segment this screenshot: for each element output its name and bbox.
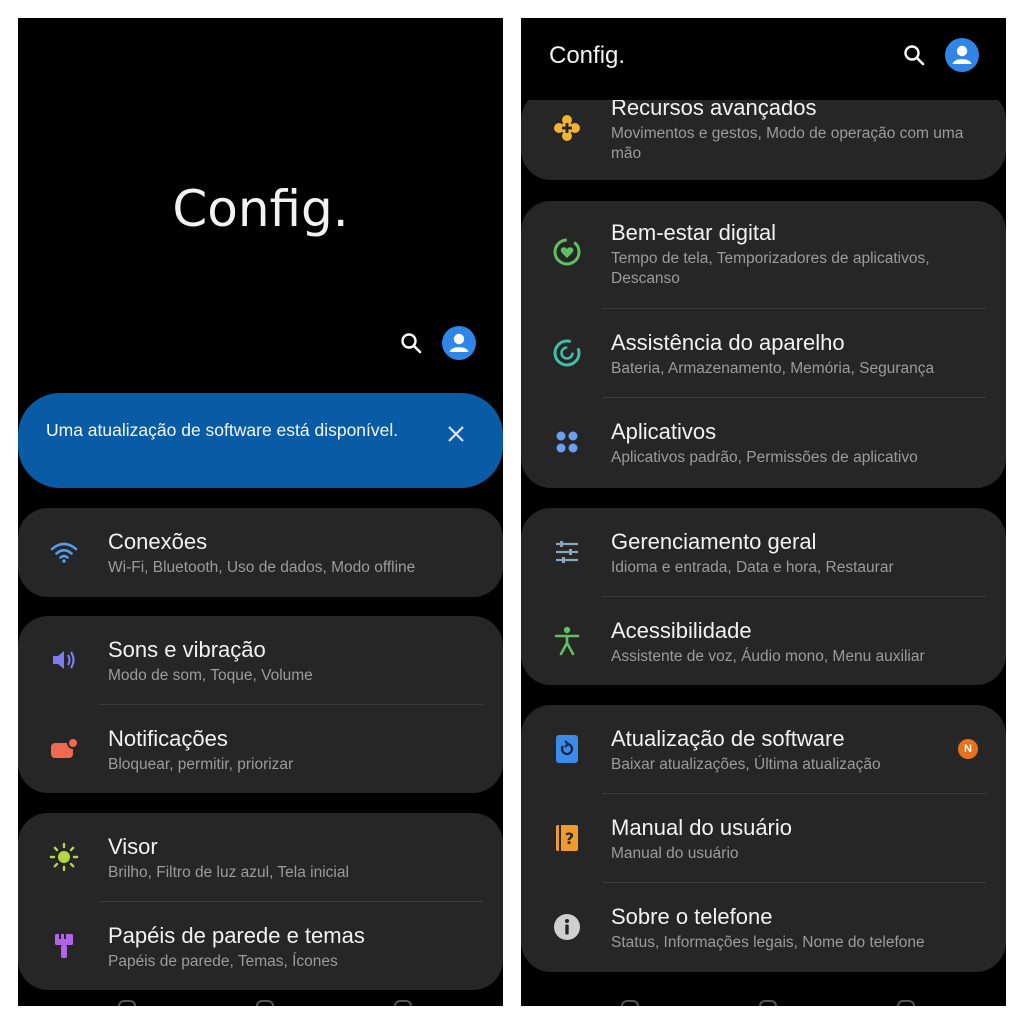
item-subtitle: Bateria, Armazenamento, Memória, Seguran… (611, 360, 935, 377)
item-subtitle: Papéis de parede, Temas, Ícones (108, 953, 338, 970)
heart-ring-icon (551, 236, 583, 268)
item-title: Atualização de software (611, 726, 845, 751)
settings-item-sounds[interactable]: Sons e vibração Modo de som, Toque, Volu… (18, 616, 503, 705)
plus-gear-icon (551, 112, 583, 144)
settings-group: Sons e vibração Modo de som, Toque, Volu… (18, 616, 503, 793)
item-subtitle: Idioma e entrada, Data e hora, Restaurar (611, 559, 894, 576)
settings-item-connections[interactable]: Conexões Wi-Fi, Bluetooth, Uso de dados,… (18, 508, 503, 597)
header-actions (398, 326, 476, 360)
search-icon[interactable] (901, 42, 927, 68)
item-subtitle: Tempo de tela, Temporizadores de aplicat… (611, 250, 930, 287)
settings-item-notifications[interactable]: Notificações Bloquear, permitir, prioriz… (18, 705, 503, 794)
item-subtitle: Status, Informações legais, Nome do tele… (611, 934, 925, 951)
item-title: Manual do usuário (611, 815, 793, 840)
wifi-icon (48, 536, 80, 568)
brightness-icon (48, 841, 80, 873)
item-title: Sons e vibração (108, 637, 266, 662)
item-title: Acessibilidade (611, 618, 752, 643)
item-subtitle: Manual do usuário (611, 845, 739, 862)
settings-item-wallpapers[interactable]: Papéis de parede e temas Papéis de pared… (18, 902, 503, 991)
settings-screen-right: Config. Recursos avançados Movimentos e … (521, 18, 1006, 1006)
page-title: Config. (172, 180, 349, 238)
home-icon[interactable] (256, 1000, 274, 1006)
recents-icon[interactable] (621, 1000, 639, 1006)
settings-item-user-manual[interactable]: ? Manual do usuário Manual do usuário (521, 794, 1006, 883)
navigation-bar (621, 1000, 915, 1006)
recents-icon[interactable] (118, 1000, 136, 1006)
help-book-icon: ? (551, 822, 583, 854)
item-subtitle: Movimentos e gestos, Modo de operação co… (611, 125, 964, 162)
item-subtitle: Modo de som, Toque, Volume (108, 667, 313, 684)
settings-group: Conexões Wi-Fi, Bluetooth, Uso de dados,… (18, 508, 503, 597)
item-subtitle: Baixar atualizações, Última atualização (611, 756, 881, 773)
profile-avatar-icon[interactable] (442, 326, 476, 360)
person-icon (551, 625, 583, 657)
close-icon[interactable] (445, 423, 467, 445)
settings-item-display[interactable]: Visor Brilho, Filtro de luz azul, Tela i… (18, 813, 503, 902)
settings-item-accessibility[interactable]: Acessibilidade Assistente de voz, Áudio … (521, 597, 1006, 686)
item-title: Visor (108, 834, 158, 859)
apps-grid-icon (551, 426, 583, 458)
notification-icon (48, 733, 80, 765)
settings-item-apps[interactable]: Aplicativos Aplicativos padrão, Permissõ… (521, 398, 1006, 487)
item-title: Gerenciamento geral (611, 529, 817, 554)
settings-group: Atualização de software Baixar atualizaç… (521, 705, 1006, 972)
header-overlap (521, 78, 1006, 100)
settings-group: Recursos avançados Movimentos e gestos, … (521, 90, 1006, 180)
info-icon (551, 911, 583, 943)
item-subtitle: Brilho, Filtro de luz azul, Tela inicial (108, 864, 349, 881)
item-title: Papéis de parede e temas (108, 923, 365, 948)
settings-item-device-care[interactable]: Assistência do aparelho Bateria, Armazen… (521, 309, 1006, 398)
item-title: Notificações (108, 726, 228, 751)
update-icon (551, 733, 583, 765)
svg-text:?: ? (565, 829, 574, 848)
settings-item-software-update[interactable]: Atualização de software Baixar atualizaç… (521, 705, 1006, 794)
settings-group: Visor Brilho, Filtro de luz azul, Tela i… (18, 813, 503, 990)
item-title: Assistência do aparelho (611, 330, 845, 355)
settings-item-digital-wellbeing[interactable]: Bem-estar digital Tempo de tela, Tempori… (521, 201, 1006, 309)
item-subtitle: Assistente de voz, Áudio mono, Menu auxi… (611, 648, 925, 665)
item-title: Sobre o telefone (611, 904, 773, 929)
item-title: Bem-estar digital (611, 220, 777, 245)
settings-group: Gerenciamento geral Idioma e entrada, Da… (521, 508, 1006, 685)
software-update-banner[interactable]: Uma atualização de software está disponí… (18, 393, 503, 488)
profile-avatar-icon[interactable] (945, 38, 979, 72)
search-icon[interactable] (398, 330, 424, 356)
item-title: Conexões (108, 529, 208, 554)
banner-text: Uma atualização de software está disponí… (46, 420, 399, 440)
settings-item-general-management[interactable]: Gerenciamento geral Idioma e entrada, Da… (521, 508, 1006, 597)
settings-item-about-phone[interactable]: Sobre o telefone Status, Informações leg… (521, 883, 1006, 972)
page-title: Config. (549, 42, 626, 69)
settings-group: Bem-estar digital Tempo de tela, Tempori… (521, 201, 1006, 488)
settings-item-advanced-features[interactable]: Recursos avançados Movimentos e gestos, … (521, 90, 1006, 180)
sliders-icon (551, 536, 583, 568)
navigation-bar (118, 1000, 412, 1006)
item-subtitle: Wi-Fi, Bluetooth, Uso de dados, Modo off… (108, 559, 416, 576)
item-subtitle: Bloquear, permitir, priorizar (108, 756, 294, 773)
settings-screen-left: Config. Uma atualização de software está… (18, 18, 503, 1006)
volume-icon (48, 644, 80, 676)
back-icon[interactable] (897, 1000, 915, 1006)
home-icon[interactable] (759, 1000, 777, 1006)
paintbrush-icon (48, 930, 80, 962)
header-actions (901, 38, 979, 72)
back-icon[interactable] (394, 1000, 412, 1006)
item-title: Aplicativos (611, 419, 717, 444)
item-subtitle: Aplicativos padrão, Permissões de aplica… (611, 449, 918, 466)
device-care-icon (551, 337, 583, 369)
new-badge: N (958, 739, 978, 759)
